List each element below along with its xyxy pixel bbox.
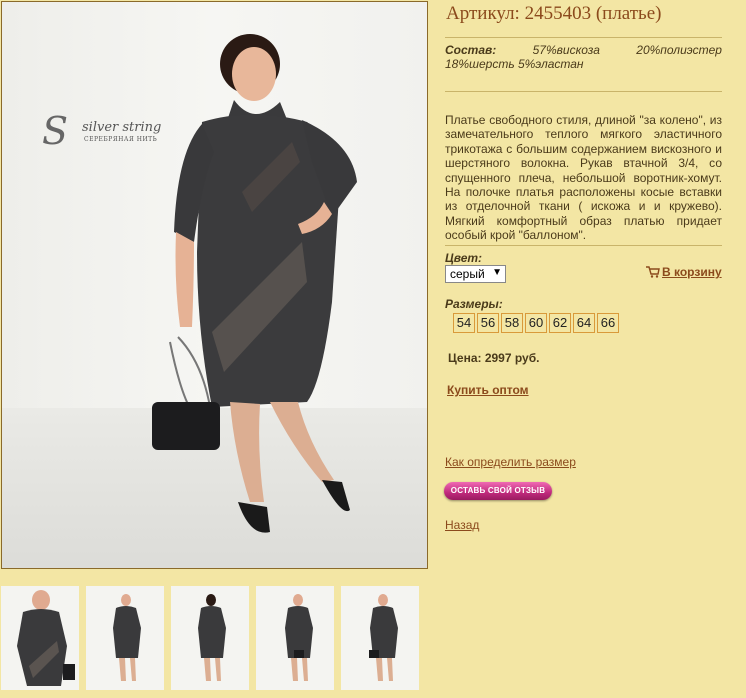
model-figure [152,34,357,533]
cart-label: В корзину [662,265,722,279]
size-option[interactable]: 60 [525,313,547,333]
buy-wholesale-link[interactable]: Купить оптом [447,383,529,397]
size-option[interactable]: 54 [453,313,475,333]
thumbnail-4[interactable] [256,586,334,690]
color-select-value: серый [450,267,485,281]
size-option[interactable]: 66 [597,313,619,333]
main-product-photo[interactable]: S silver string СЕРЕБРЯНАЯ НИТЬ [1,1,428,569]
thumbnail-1[interactable] [1,586,79,690]
composition-label: Состав: [445,43,497,57]
composition-block: Состав: 57%вискоза 20%полиэстер 18%шерст… [445,43,722,71]
composition-line-2: 18%шерсть 5%эластан [445,57,584,71]
size-option[interactable]: 56 [477,313,499,333]
divider [445,245,722,246]
color-select[interactable]: серый ▼ [445,265,506,283]
leave-review-button[interactable]: ОСТАВЬ СВОЙ ОТЗЫВ [444,482,552,500]
size-list: 54 56 58 60 62 64 66 [453,313,619,333]
composition-viscose: 57%вискоза [532,43,600,57]
product-title: Артикул: 2455403 (платье) [446,3,662,24]
size-guide-link[interactable]: Как определить размер [445,455,576,469]
product-description: Платье свободного стиля, длиной "за коле… [445,113,722,243]
thumbnail-3[interactable] [171,586,249,690]
size-option[interactable]: 58 [501,313,523,333]
sizes-label: Размеры: [445,297,503,311]
divider [445,37,722,38]
product-price: Цена: 2997 руб. [448,351,540,365]
divider [445,91,722,92]
size-option[interactable]: 62 [549,313,571,333]
add-to-cart-link[interactable]: В корзину [646,265,722,279]
size-option[interactable]: 64 [573,313,595,333]
back-link[interactable]: Назад [445,518,479,532]
chevron-down-icon: ▼ [492,267,502,278]
thumbnail-5[interactable] [341,586,419,690]
composition-polyester: 20%полиэстер [636,43,722,57]
color-label: Цвет: [445,251,483,265]
composition-line-1: Состав: 57%вискоза 20%полиэстер [445,43,722,57]
shopping-cart-icon [646,266,660,278]
thumbnail-2[interactable] [86,586,164,690]
